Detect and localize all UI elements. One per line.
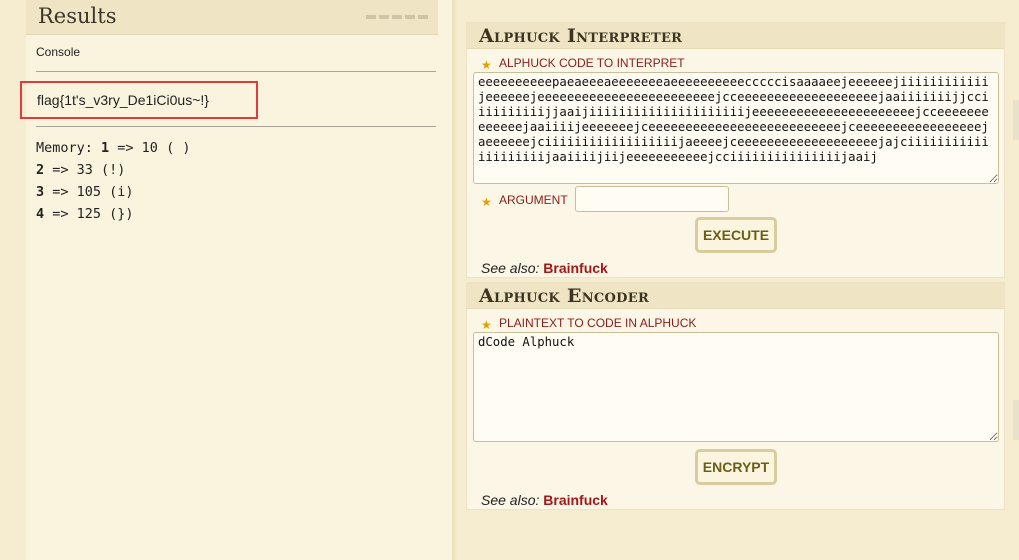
memory-value: => 125 (}): [44, 206, 134, 222]
memory-index: 4: [36, 206, 45, 222]
execute-button[interactable]: EXECUTE: [695, 217, 777, 253]
argument-label: ARGUMENT: [499, 193, 568, 207]
results-title: Results: [38, 4, 117, 28]
divider: [36, 71, 436, 72]
collapse-handle-icon[interactable]: [366, 15, 428, 19]
memory-index: 1: [101, 140, 110, 156]
results-panel: Results Console flag{1t's_v3ry_De1iCi0us…: [20, 0, 452, 560]
memory-value: => 105 (i): [44, 184, 134, 200]
encrypt-button[interactable]: ENCRYPT: [695, 449, 777, 485]
code-label: ALPHUCK CODE TO INTERPRET: [499, 56, 685, 70]
star-icon: ★: [481, 195, 492, 209]
plaintext-input[interactable]: dCode Alphuck: [473, 332, 999, 442]
memory-index: 2: [36, 162, 45, 178]
encoder-panel: Alphuck Encoder ★ PLAINTEXT TO CODE IN A…: [466, 282, 1005, 510]
column-separator: [452, 0, 458, 560]
see-also: See also: Brainfuck: [481, 260, 608, 276]
plaintext-label: PLAINTEXT TO CODE IN ALPHUCK: [499, 316, 697, 330]
see-also-prefix: See also:: [481, 260, 544, 276]
star-icon: ★: [481, 318, 492, 332]
interpreter-title: Alphuck Interpreter: [479, 25, 683, 47]
memory-prefix: Memory:: [36, 140, 102, 156]
interpreter-panel: Alphuck Interpreter ★ ALPHUCK CODE TO IN…: [466, 22, 1005, 278]
flag-output: flag{1t's_v3ry_De1iCi0us~!}: [37, 92, 209, 108]
results-header: Results: [26, 0, 438, 35]
encoder-header: Alphuck Encoder: [467, 283, 1004, 309]
scrollbar-fragment: [1013, 400, 1019, 440]
see-also-prefix: See also:: [481, 492, 544, 508]
interpreter-header: Alphuck Interpreter: [467, 23, 1004, 49]
argument-input[interactable]: [575, 186, 729, 212]
scrollbar-fragment: [1013, 100, 1019, 140]
star-icon: ★: [481, 58, 492, 72]
see-also: See also: Brainfuck: [481, 492, 608, 508]
console-label: Console: [36, 45, 81, 59]
memory-output: Memory: 1 => 10 ( ) 2 => 33 (!) 3 => 105…: [36, 137, 190, 225]
divider: [36, 126, 436, 127]
memory-value: => 10 ( ): [109, 140, 191, 156]
memory-value: => 33 (!): [44, 162, 126, 178]
memory-index: 3: [36, 184, 45, 200]
brainfuck-link[interactable]: Brainfuck: [543, 260, 608, 276]
encoder-title: Alphuck Encoder: [479, 285, 650, 307]
brainfuck-link[interactable]: Brainfuck: [543, 492, 608, 508]
alphuck-code-input[interactable]: eeeeeeeeeepaeaeeeaeeeeeeeaeeeeeeeeeecccc…: [473, 72, 999, 184]
